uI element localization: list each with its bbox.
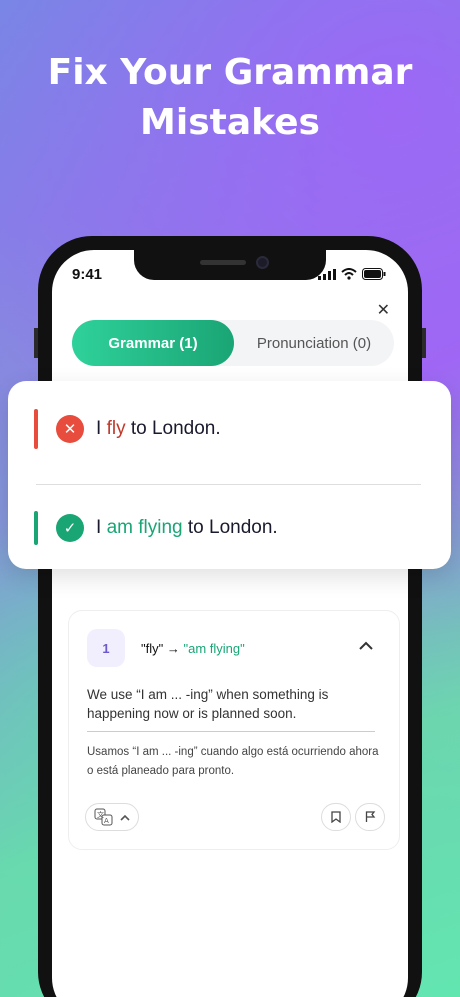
- translate-icon: 文 A: [94, 808, 113, 826]
- wifi-icon: [341, 268, 357, 280]
- phone-frame: 9:41 ✕ Grammar (1) Pronunciation (0) 1 "…: [34, 236, 426, 997]
- incorrect-after: to London.: [125, 418, 221, 439]
- original-word: "fly": [141, 641, 164, 656]
- tab-grammar[interactable]: Grammar (1): [72, 320, 234, 366]
- correct-before: I: [96, 517, 107, 538]
- incorrect-sentence-row: ✕ I fly to London.: [34, 409, 221, 449]
- promo-headline: Fix Your Grammar Mistakes: [0, 48, 460, 148]
- correct-sentence: I am flying to London.: [96, 517, 278, 539]
- flag-icon: [365, 811, 375, 822]
- correction-summary: "fly" → "am flying": [141, 641, 245, 656]
- sentence-comparison-card: ✕ I fly to London. ✓ I am flying to Lond…: [8, 381, 451, 569]
- incorrect-before: I: [96, 418, 107, 439]
- correct-bar: [34, 511, 38, 545]
- tab-bar: Grammar (1) Pronunciation (0): [72, 320, 394, 366]
- notch: [134, 250, 326, 280]
- bookmark-button[interactable]: [321, 803, 351, 831]
- chevron-up-icon[interactable]: [359, 637, 373, 653]
- translate-toggle-button[interactable]: 文 A: [85, 803, 139, 831]
- headline-line-1: Fix Your Grammar: [47, 52, 413, 93]
- svg-text:文: 文: [97, 810, 104, 819]
- flag-button[interactable]: [355, 803, 385, 831]
- status-time: 9:41: [72, 266, 103, 283]
- side-button: [422, 328, 426, 358]
- mistake-number: 1: [87, 629, 125, 667]
- check-icon: ✓: [56, 514, 84, 542]
- error-bar: [34, 409, 38, 449]
- incorrect-word: fly: [106, 418, 126, 439]
- chevron-up-icon: [120, 814, 130, 821]
- explanation-divider: [87, 731, 375, 732]
- close-icon[interactable]: ✕: [377, 300, 390, 320]
- incorrect-sentence: I fly to London.: [96, 418, 221, 440]
- status-icons: [318, 268, 386, 280]
- arrow: →: [166, 641, 180, 656]
- correct-sentence-row: ✓ I am flying to London.: [34, 511, 278, 545]
- headline-line-2: Mistakes: [140, 102, 320, 143]
- corrected-word: "am flying": [183, 641, 245, 656]
- card-divider: [36, 484, 421, 485]
- x-icon: ✕: [56, 415, 84, 443]
- tab-pronunciation[interactable]: Pronunciation (0): [234, 320, 394, 366]
- phone-screen: 9:41 ✕ Grammar (1) Pronunciation (0) 1 "…: [52, 250, 408, 997]
- correct-after: to London.: [182, 517, 278, 538]
- explanation-translation: Usamos “I am ... -ing” cuando algo está …: [87, 746, 379, 777]
- speaker: [200, 260, 246, 265]
- explanation-english: We use “I am ... -ing” when something is…: [87, 687, 329, 721]
- explanation-card: 1 "fly" → "am flying" We use “I am ... -…: [68, 610, 400, 850]
- side-button: [34, 328, 38, 358]
- battery-icon: [362, 268, 386, 280]
- signal-icon: [318, 268, 336, 280]
- camera: [256, 256, 269, 269]
- svg-text:A: A: [104, 817, 109, 825]
- bookmark-icon: [331, 811, 341, 823]
- correct-word: am flying: [106, 517, 183, 538]
